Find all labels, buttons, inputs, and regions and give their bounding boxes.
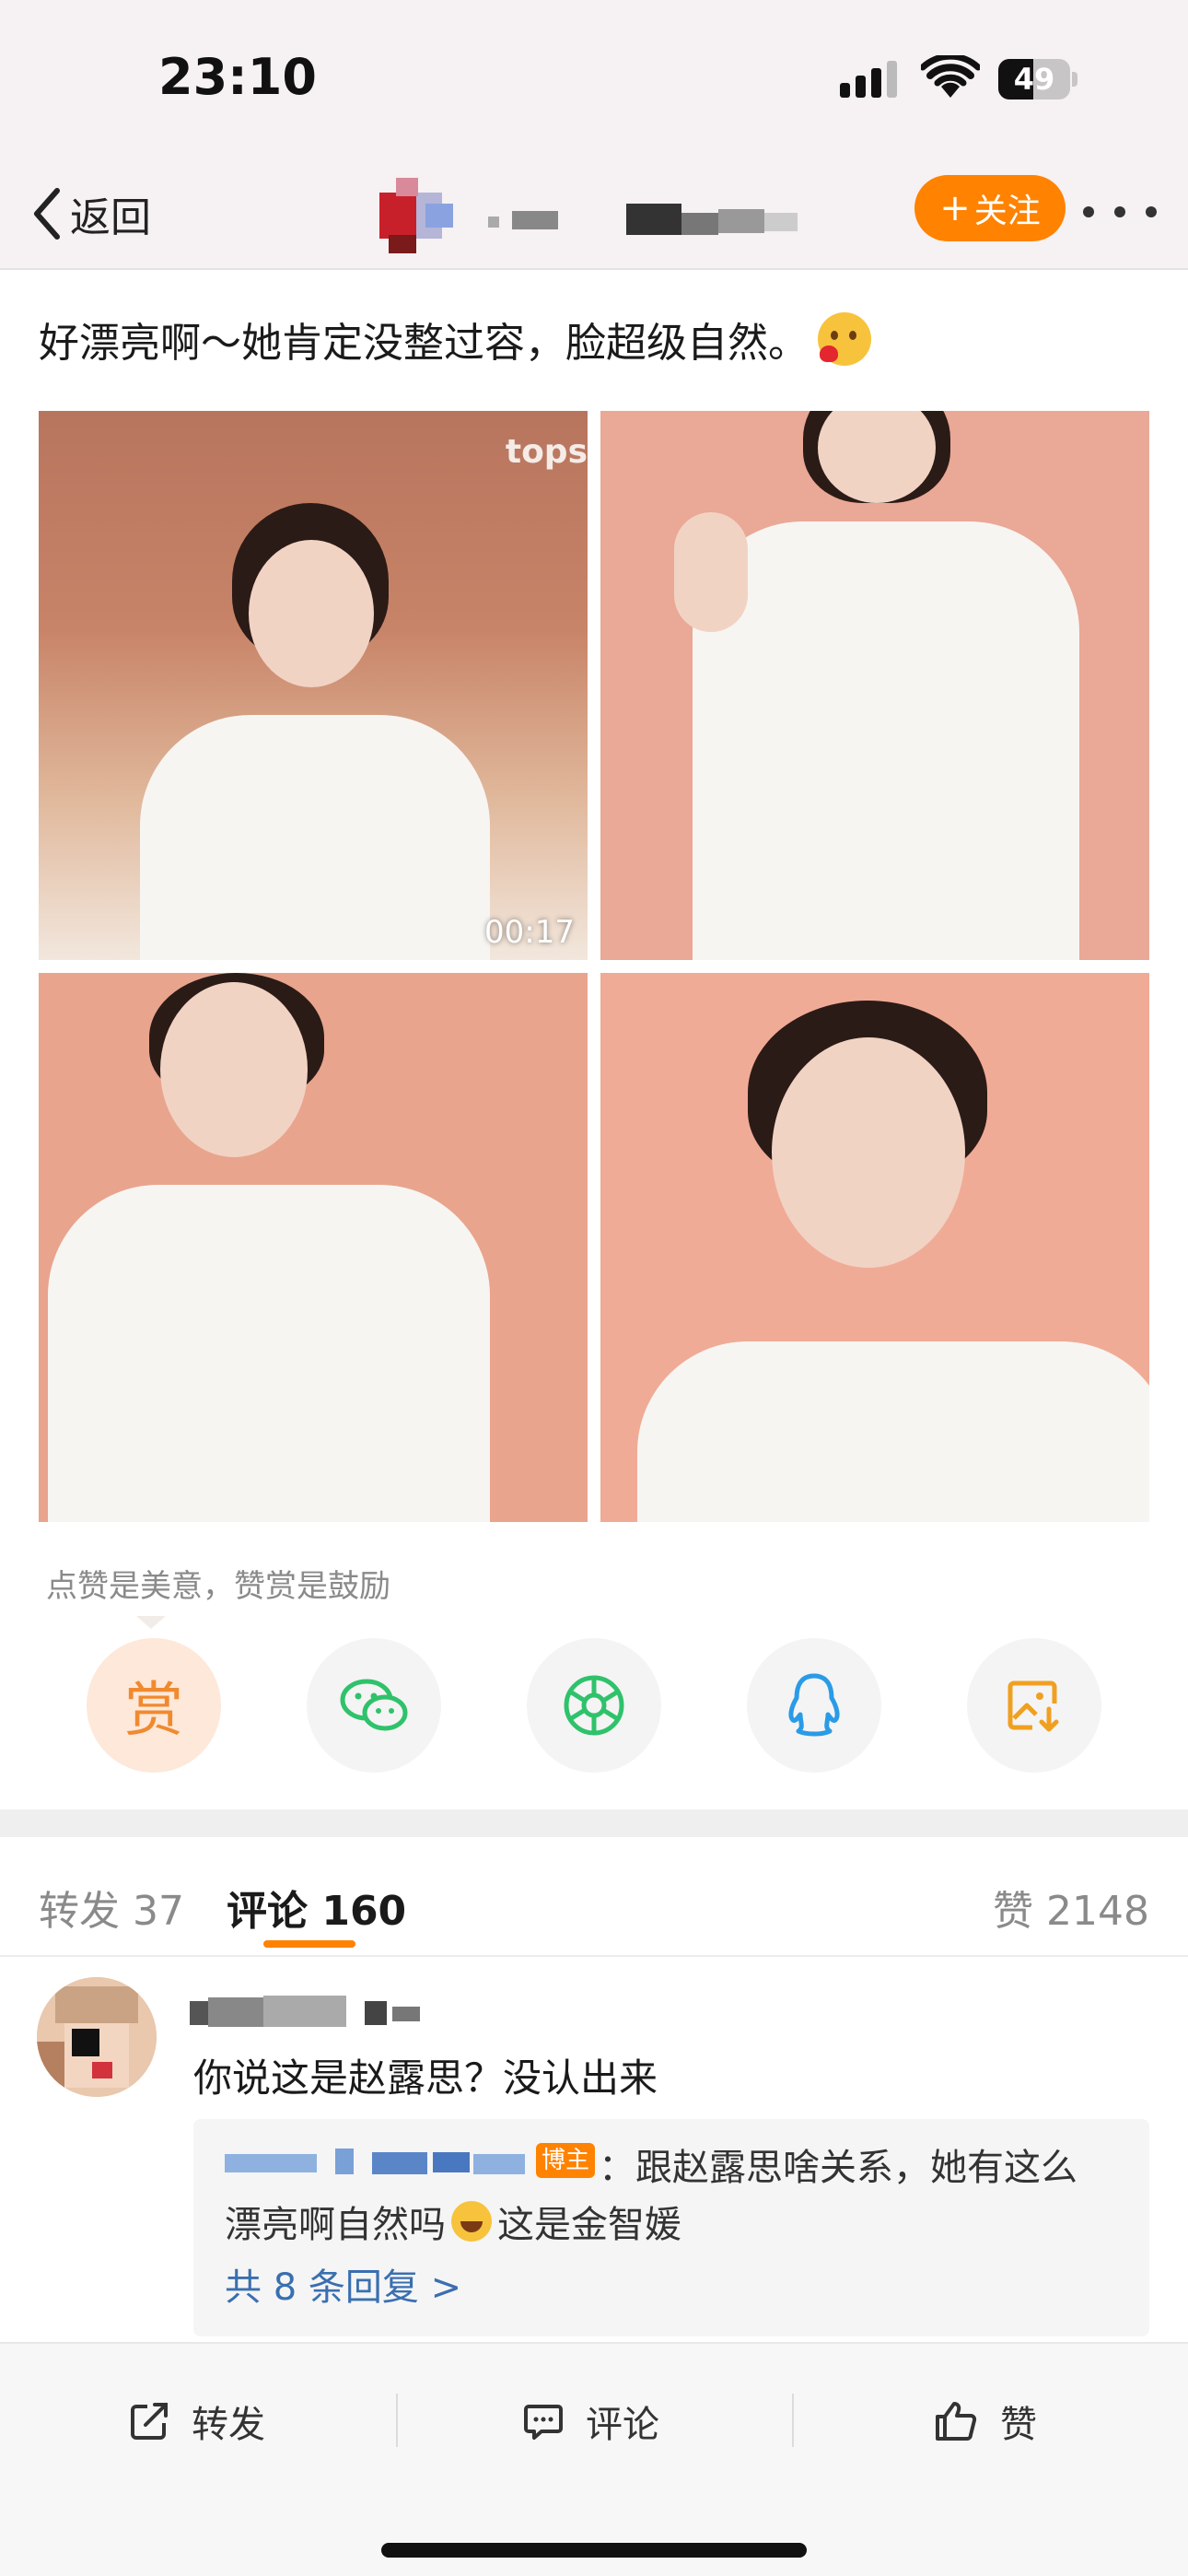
- weibo-post-page: 23:10 49 返回 + 关注 好漂亮啊～她肯定没整过容，脸超级自然。 top…: [0, 0, 1188, 2576]
- blogger-badge: 博主: [536, 2143, 596, 2178]
- battery-icon: 49: [998, 59, 1077, 100]
- video-thumbnail[interactable]: tops 00:17: [39, 411, 588, 960]
- wechat-share-button[interactable]: [307, 1638, 441, 1773]
- qq-share-button[interactable]: [747, 1638, 881, 1773]
- share-row: 赏: [87, 1638, 1101, 1773]
- home-indicator: [381, 2543, 807, 2558]
- reply-text-line1: ：跟赵露思啥关系，她有这么: [599, 2147, 1077, 2189]
- save-image-button[interactable]: [967, 1638, 1101, 1773]
- follow-button[interactable]: + 关注: [914, 175, 1066, 241]
- battery-level: 49: [1013, 62, 1055, 97]
- reward-button[interactable]: 赏: [87, 1638, 221, 1773]
- comment-icon: [524, 2405, 563, 2440]
- wechat-icon: [340, 1679, 408, 1731]
- cellular-signal-icon: [840, 61, 897, 98]
- reply-author-name-blurred[interactable]: [225, 2149, 529, 2176]
- comment-button[interactable]: 评论: [523, 2395, 659, 2447]
- qq-penguin-icon: [788, 1673, 840, 1737]
- video-watermark: tops: [505, 433, 588, 471]
- tab-comments[interactable]: 评论 160: [227, 1878, 406, 1937]
- comment-text: 你说这是赵露思？没认出来: [193, 2055, 658, 2101]
- reply-preview[interactable]: 博主 ：跟赵露思啥关系，她有这么 漂亮啊自然吗 这是金智媛 共 8 条回复 >: [193, 2119, 1149, 2336]
- like-button[interactable]: 赞: [934, 2395, 1037, 2447]
- view-all-replies-link[interactable]: 共 8 条回复 >: [225, 2257, 461, 2311]
- tab-repost[interactable]: 转发 37: [39, 1878, 184, 1937]
- photo-3[interactable]: [39, 973, 588, 1522]
- reward-pointer: [136, 1616, 166, 1629]
- back-label: 返回: [70, 194, 151, 241]
- status-bar: 23:10 49: [0, 0, 1188, 161]
- status-time: 23:10: [158, 48, 317, 106]
- reward-hint: 点赞是美意，赞赏是鼓励: [46, 1568, 390, 1605]
- blushing-heart-emoji-icon: [818, 312, 871, 366]
- commenter-avatar-blurred[interactable]: [37, 1977, 157, 2097]
- laughing-emoji-icon: [451, 2201, 492, 2242]
- photo-2[interactable]: [600, 411, 1149, 960]
- section-divider: [0, 1809, 1188, 1837]
- author-avatar-blurred[interactable]: [379, 178, 457, 255]
- reply-text-line2: 漂亮啊自然吗 这是金智媛: [225, 2195, 681, 2248]
- back-button[interactable]: 返回: [31, 181, 151, 246]
- active-tab-indicator: [263, 1940, 355, 1948]
- post-text: 好漂亮啊～她肯定没整过容，脸超级自然。: [39, 310, 871, 369]
- tab-likes[interactable]: 赞 2148: [993, 1878, 1149, 1937]
- more-options-icon[interactable]: [1083, 198, 1157, 226]
- repost-icon: [131, 2403, 168, 2440]
- nav-bar: 返回 + 关注: [0, 161, 1188, 270]
- post-body: 好漂亮啊～她肯定没整过容，脸超级自然。: [39, 320, 809, 367]
- photo-4[interactable]: [600, 973, 1149, 1522]
- wifi-icon: [921, 55, 980, 98]
- chevron-left-icon: [34, 188, 60, 240]
- follow-label: 关注: [973, 193, 1041, 230]
- commenter-name-blurred[interactable]: [190, 1994, 433, 2027]
- moments-share-button[interactable]: [527, 1638, 661, 1773]
- thumbs-up-icon: [936, 2402, 977, 2441]
- image-download-icon: [1007, 1680, 1059, 1732]
- interaction-tabs: 转发 37 评论 160 赞 2148: [0, 1837, 1188, 1957]
- photo-grid: tops 00:17: [39, 411, 1149, 1524]
- video-duration: 00:17: [484, 914, 575, 951]
- reward-label: 赏: [124, 1677, 183, 1745]
- repost-button[interactable]: 转发: [129, 2395, 265, 2447]
- author-name-blurred: [488, 204, 798, 235]
- moments-aperture-icon: [564, 1675, 624, 1736]
- bottom-toolbar: 转发 评论 赞: [0, 2342, 1188, 2576]
